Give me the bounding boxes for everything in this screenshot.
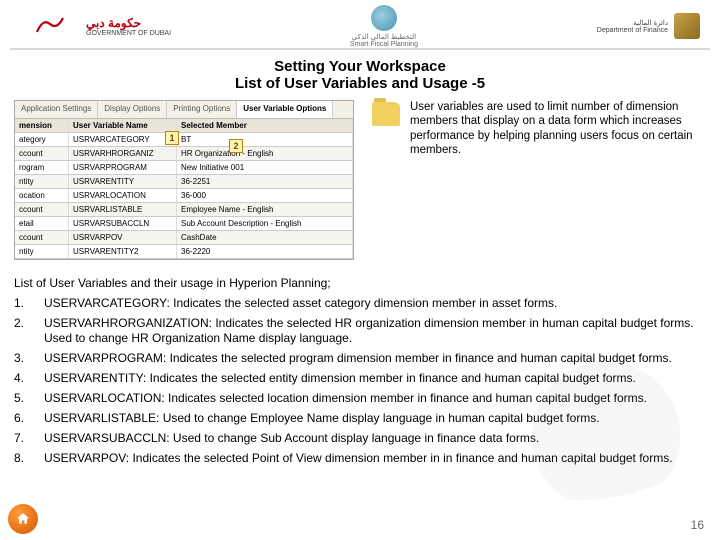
table-row: ccountUSRVARPOVCashDate xyxy=(15,231,353,245)
title-block: Setting Your Workspace List of User Vari… xyxy=(0,58,720,92)
list-text: USERVARPOV: Indicates the selected Point… xyxy=(44,451,673,466)
list-text: USERVARSUBACCLN: Used to change Sub Acco… xyxy=(44,431,539,446)
list-item: 8. USERVARPOV: Indicates the selected Poi… xyxy=(14,451,706,466)
table-cell: rogram xyxy=(15,161,69,174)
list-text: USERVARCATEGORY: Indicates the selected … xyxy=(44,296,557,311)
list-item: 5. USERVARLOCATION: Indicates selected lo… xyxy=(14,391,706,406)
list-item: 6. USERVARLISTABLE: Used to change Employ… xyxy=(14,411,706,426)
table-cell: USRVARENTITY xyxy=(69,175,177,188)
right-label-en: Department of Finance xyxy=(597,27,668,34)
folder-icon xyxy=(372,102,400,126)
table-cell: ocation xyxy=(15,189,69,202)
home-icon xyxy=(15,511,31,527)
table-cell: ccount xyxy=(15,147,69,160)
brand-en: GOVERNMENT OF DUBAI xyxy=(86,30,171,37)
brand-ar: حكومة دبي xyxy=(86,16,171,30)
tab-display-options: Display Options xyxy=(98,101,167,118)
list-number: 1. xyxy=(14,296,28,311)
logo-right: دائرة المالية Department of Finance xyxy=(597,13,700,39)
home-button[interactable] xyxy=(8,504,38,534)
tab-app-settings: Application Settings xyxy=(15,101,98,118)
app-screenshot: Application Settings Display Options Pri… xyxy=(14,100,354,260)
tab-bar: Application Settings Display Options Pri… xyxy=(15,101,353,119)
list-text: USERVARLOCATION: Indicates selected loca… xyxy=(44,391,647,406)
table-row: ntityUSRVARENTITY36-2251 xyxy=(15,175,353,189)
list-number: 8. xyxy=(14,451,28,466)
table-cell: Employee Name - English xyxy=(177,203,353,216)
logo-left: حكومة دبي GOVERNMENT OF DUBAI xyxy=(20,11,171,41)
list-number: 6. xyxy=(14,411,28,426)
table-cell: CashDate xyxy=(177,231,353,244)
table-cell: USRVARPOV xyxy=(69,231,177,244)
table-cell: USRVARENTITY2 xyxy=(69,245,177,258)
grid-header: mension User Variable Name Selected Memb… xyxy=(15,119,353,133)
callout-1: 1 xyxy=(165,131,179,145)
table-cell: 36-000 xyxy=(177,189,353,202)
table-cell: ntity xyxy=(15,245,69,258)
table-cell: HR Organization - English xyxy=(177,147,353,160)
list-intro: List of User Variables and their usage i… xyxy=(14,276,706,290)
callout-2: 2 xyxy=(229,139,243,153)
list-item: 1. USERVARCATEGORY: Indicates the selecte… xyxy=(14,296,706,311)
table-cell: USRVARLISTABLE xyxy=(69,203,177,216)
table-row: ategoryUSRVARCATEGORYBT xyxy=(15,133,353,147)
list-item: 2. USERVARHRORGANIZATION: Indicates the s… xyxy=(14,316,706,346)
dubai-crest-icon xyxy=(20,11,80,41)
tab-user-variable-options: User Variable Options xyxy=(237,101,333,118)
table-cell: USRVARHRORGANIZ xyxy=(69,147,177,160)
table-cell: 36-2251 xyxy=(177,175,353,188)
list-text: USERVARLISTABLE: Used to change Employee… xyxy=(44,411,600,426)
list-number: 7. xyxy=(14,431,28,446)
right-label-ar: دائرة المالية xyxy=(597,19,668,27)
info-text: User variables are used to limit number … xyxy=(410,100,706,158)
title-line-1: Setting Your Workspace xyxy=(0,58,720,75)
globe-icon xyxy=(371,5,397,31)
table-cell: Sub Account Description - English xyxy=(177,217,353,230)
col-selected-member: Selected Member xyxy=(177,119,353,132)
table-cell: USRVARLOCATION xyxy=(69,189,177,202)
table-row: ntityUSRVARENTITY236-2220 xyxy=(15,245,353,259)
center-label-en: Smart Fiscal Planning xyxy=(350,41,418,48)
table-row: ccountUSRVARHRORGANIZHR Organization - E… xyxy=(15,147,353,161)
tab-printing-options: Printing Options xyxy=(167,101,237,118)
table-cell: etail xyxy=(15,217,69,230)
list-number: 4. xyxy=(14,371,28,386)
table-row: ccountUSRVARLISTABLEEmployee Name - Engl… xyxy=(15,203,353,217)
table-cell: USRVARCATEGORY xyxy=(69,133,177,146)
info-box: User variables are used to limit number … xyxy=(372,100,706,260)
table-cell: ategory xyxy=(15,133,69,146)
table-cell: New Initiative 001 xyxy=(177,161,353,174)
col-dimension: mension xyxy=(15,119,69,132)
table-row: etailUSRVARSUBACCLNSub Account Descripti… xyxy=(15,217,353,231)
table-cell: USRVARSUBACCLN xyxy=(69,217,177,230)
list-text: USERVARENTITY: Indicates the selected en… xyxy=(44,371,636,386)
slide-header: حكومة دبي GOVERNMENT OF DUBAI التخطيط ال… xyxy=(0,0,720,48)
list-number: 2. xyxy=(14,316,28,346)
center-label-ar: التخطيط المالي الذكي xyxy=(350,33,418,41)
page-number: 16 xyxy=(691,518,704,532)
table-cell: BT xyxy=(177,133,353,146)
list-number: 3. xyxy=(14,351,28,366)
grid-body: ategoryUSRVARCATEGORYBTccountUSRVARHRORG… xyxy=(15,133,353,259)
list-text: USERVARHRORGANIZATION: Indicates the sel… xyxy=(44,316,706,346)
table-row: rogramUSRVARPROGRAMNew Initiative 001 xyxy=(15,161,353,175)
list-number: 5. xyxy=(14,391,28,406)
header-divider xyxy=(10,48,710,50)
dof-crest-icon xyxy=(674,13,700,39)
table-cell: ccount xyxy=(15,203,69,216)
table-row: ocationUSRVARLOCATION36-000 xyxy=(15,189,353,203)
list-item: 7. USERVARSUBACCLN: Used to change Sub Ac… xyxy=(14,431,706,446)
logo-center: التخطيط المالي الذكي Smart Fiscal Planni… xyxy=(350,5,418,48)
title-line-2: List of User Variables and Usage -5 xyxy=(0,75,720,92)
list-item: 4. USERVARENTITY: Indicates the selected … xyxy=(14,371,706,386)
table-cell: 36-2220 xyxy=(177,245,353,258)
col-variable-name: User Variable Name xyxy=(69,119,177,132)
table-cell: USRVARPROGRAM xyxy=(69,161,177,174)
variable-list: 1. USERVARCATEGORY: Indicates the selecte… xyxy=(14,296,706,466)
list-text: USERVARPROGRAM: Indicates the selected p… xyxy=(44,351,672,366)
table-cell: ccount xyxy=(15,231,69,244)
table-cell: ntity xyxy=(15,175,69,188)
list-item: 3. USERVARPROGRAM: Indicates the selected… xyxy=(14,351,706,366)
